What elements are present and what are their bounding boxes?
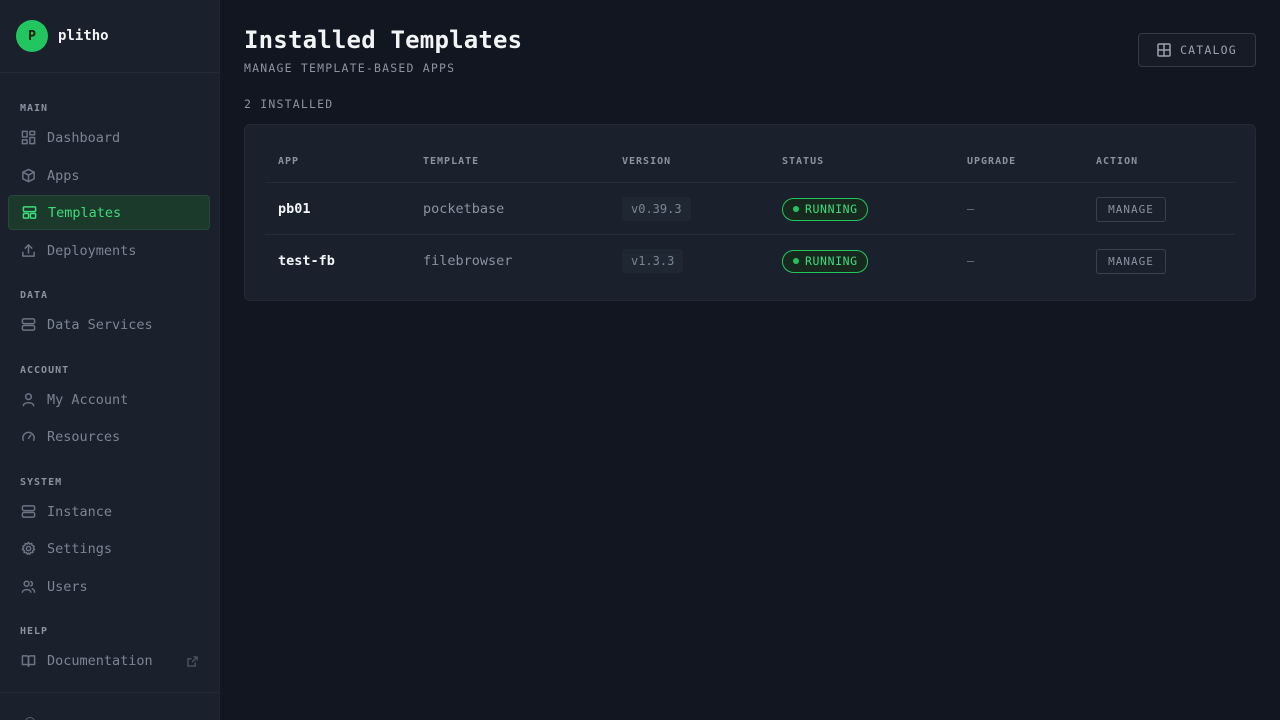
user-icon <box>20 392 36 408</box>
templates-table: APP TEMPLATE VERSION STATUS UPGRADE ACTI… <box>244 124 1256 301</box>
sidebar-item-templates[interactable]: Templates <box>8 195 210 230</box>
manage-button[interactable]: MANAGE <box>1096 248 1166 274</box>
catalog-button-label: CATALOG <box>1180 43 1237 57</box>
brand-logo: P <box>16 20 48 52</box>
column-header-upgrade: UPGRADE <box>967 156 1017 167</box>
upgrade-cell: — <box>967 254 975 268</box>
sidebar-item-label: Data Services <box>47 316 153 333</box>
cube-icon <box>20 168 36 184</box>
dashboard-icon <box>20 130 36 146</box>
sidebar-item-deployments[interactable]: Deployments <box>8 233 210 268</box>
gear-icon <box>20 541 36 557</box>
external-link-icon <box>187 655 198 667</box>
users-icon <box>20 579 36 595</box>
sidebar-item-label: Apps <box>47 167 80 184</box>
sidebar-item-settings[interactable]: Settings <box>8 531 210 566</box>
sidebar-item-label: Settings <box>47 540 113 557</box>
sidebar-item-data-services[interactable]: Data Services <box>8 307 210 342</box>
manage-button[interactable]: MANAGE <box>1096 196 1166 222</box>
column-header-app: APP <box>278 156 300 167</box>
action-cell: MANAGE <box>1096 183 1166 235</box>
main-content: Installed Templates MANAGE TEMPLATE-BASE… <box>220 0 1280 720</box>
status-badge: RUNNING <box>782 197 868 221</box>
status-label: RUNNING <box>805 202 858 216</box>
page-title: Installed Templates <box>244 26 523 54</box>
server-icon <box>20 504 36 520</box>
column-header-version: VERSION <box>622 156 672 167</box>
brand[interactable]: P plitho <box>0 0 219 73</box>
template-name: pocketbase <box>423 201 505 217</box>
sidebar-item-label: Resources <box>47 428 121 445</box>
column-header-template: TEMPLATE <box>423 156 480 167</box>
sidebar-item-label: Instance <box>47 503 113 520</box>
section-label-system: SYSTEM <box>20 477 63 488</box>
upgrade-cell: — <box>967 202 975 216</box>
page-subtitle: MANAGE TEMPLATE-BASED APPS <box>244 61 456 75</box>
table-row: pb01 pocketbase v0.39.3 RUNNING — MANAGE <box>265 183 1235 235</box>
section-label-help: HELP <box>20 626 49 637</box>
status-cell: RUNNING <box>782 235 868 287</box>
version-badge: v0.39.3 <box>622 197 691 221</box>
status-cell: RUNNING <box>782 183 868 235</box>
table-row: test-fb filebrowser v1.3.3 RUNNING — MAN… <box>265 235 1235 287</box>
version-cell: v1.3.3 <box>622 235 684 287</box>
column-header-status: STATUS <box>782 156 825 167</box>
sidebar-item-instance[interactable]: Instance <box>8 494 210 529</box>
template-name: filebrowser <box>423 253 513 269</box>
status-badge: RUNNING <box>782 249 868 273</box>
gauge-icon <box>20 429 36 445</box>
sidebar-item-label: Templates <box>48 204 122 221</box>
status-dot-icon <box>793 258 799 264</box>
brand-name: plitho <box>58 28 109 44</box>
sidebar-item-label: Users <box>47 578 88 595</box>
version-badge: v1.3.3 <box>622 249 684 273</box>
status-label: RUNNING <box>805 254 858 268</box>
version-cell: v0.39.3 <box>622 183 691 235</box>
book-icon <box>20 653 36 669</box>
sidebar-item-dashboard[interactable]: Dashboard <box>8 120 210 155</box>
templates-icon <box>21 205 37 221</box>
catalog-button[interactable]: CATALOG <box>1138 33 1256 67</box>
sidebar: P plitho MAIN Dashboard Apps Templates D… <box>0 0 220 720</box>
action-cell: MANAGE <box>1096 235 1166 287</box>
sidebar-item-label: Dashboard <box>47 129 121 146</box>
column-header-action: ACTION <box>1096 156 1139 167</box>
upload-icon <box>20 243 36 259</box>
sidebar-item-apps[interactable]: Apps <box>8 158 210 193</box>
sidebar-item-label: Deployments <box>47 242 137 259</box>
server-icon <box>20 317 36 333</box>
sidebar-item-label: My Account <box>47 391 129 408</box>
sidebar-item-resources[interactable]: Resources <box>8 419 210 454</box>
sidebar-item-label: Documentation <box>47 652 153 669</box>
sidebar-footer <box>0 692 219 720</box>
sidebar-item-users[interactable]: Users <box>8 569 210 604</box>
sidebar-item-my-account[interactable]: My Account <box>8 382 210 417</box>
section-label-data: DATA <box>20 290 49 301</box>
installed-count: 2 INSTALLED <box>244 97 334 111</box>
section-label-main: MAIN <box>20 103 49 114</box>
sidebar-item-documentation[interactable]: Documentation <box>8 643 210 678</box>
section-label-account: ACCOUNT <box>20 365 70 376</box>
table-header: APP TEMPLATE VERSION STATUS UPGRADE ACTI… <box>265 125 1235 183</box>
grid-icon <box>1157 43 1171 57</box>
app-root: P plitho MAIN Dashboard Apps Templates D… <box>0 0 1280 720</box>
status-dot-icon <box>793 206 799 212</box>
